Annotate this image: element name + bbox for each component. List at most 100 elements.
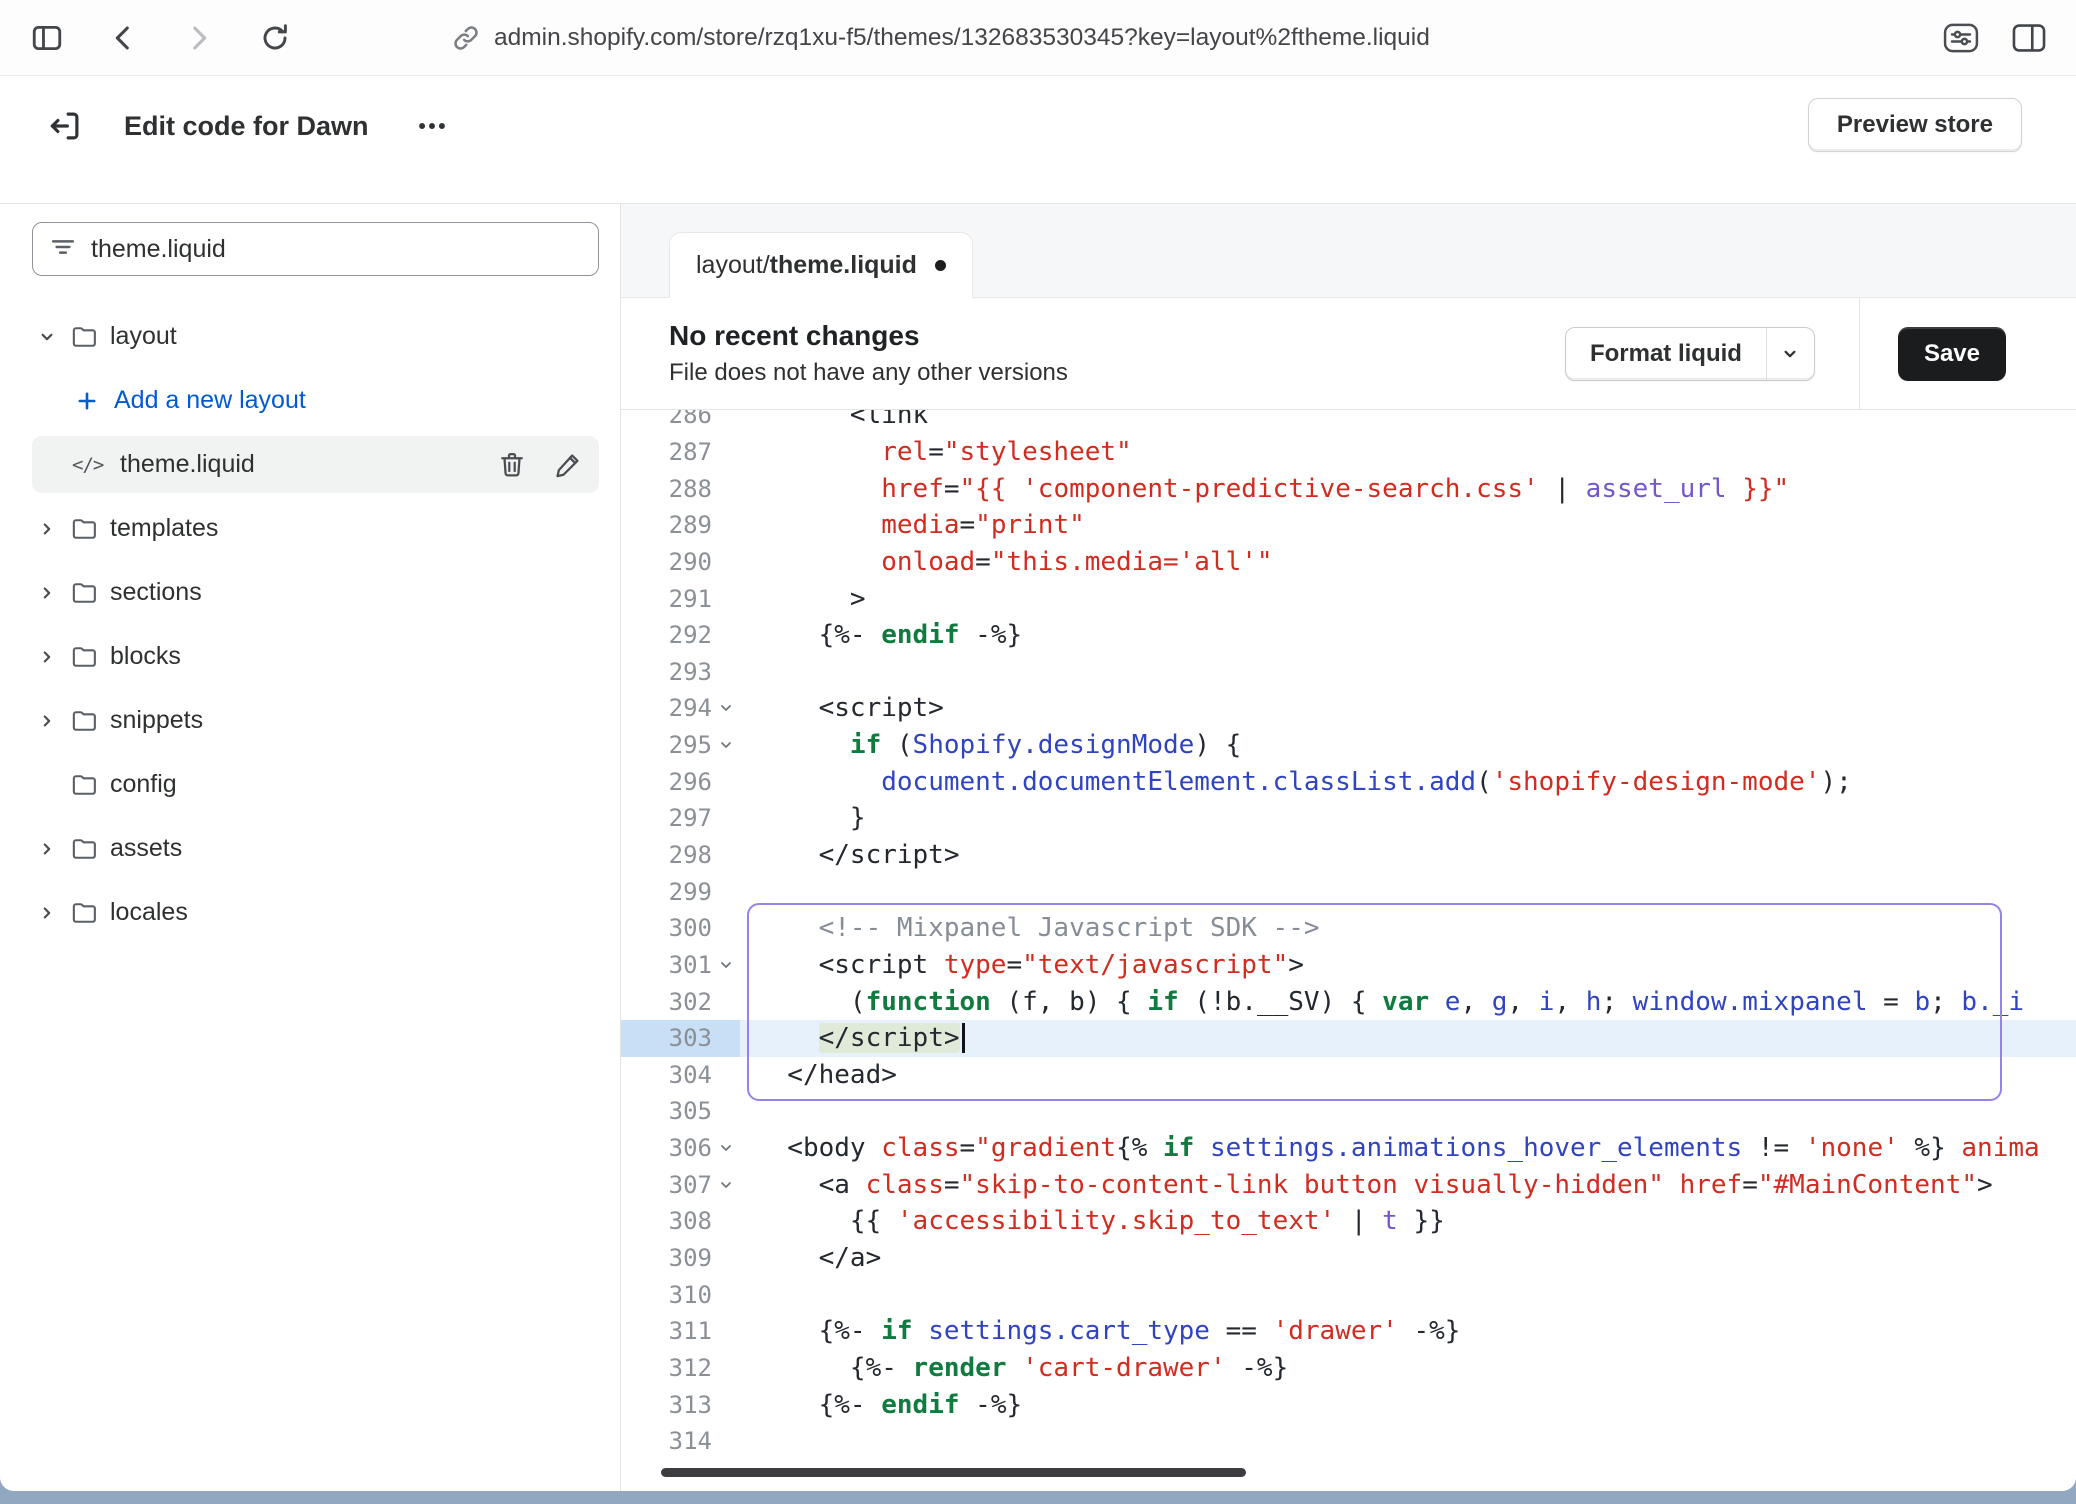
code-line-309[interactable]: 309 </a> [621,1240,2076,1277]
line-gutter[interactable]: 297 [621,800,740,837]
code-line-content[interactable]: <!-- Mixpanel Javascript SDK --> [740,910,2076,947]
preview-store-button[interactable]: Preview store [1808,98,2022,152]
exit-icon[interactable] [42,98,88,154]
file-search-input[interactable] [91,235,582,264]
code-line-290[interactable]: 290 onload="this.media='all'" [621,544,2076,581]
code-line-content[interactable]: <script type="text/javascript"> [740,947,2076,984]
fold-chevron-icon[interactable] [712,1140,740,1156]
line-number[interactable]: 300 [669,914,712,942]
code-editor[interactable]: 286 <link287 rel="stylesheet"288 href="{… [621,410,2076,1491]
url-text[interactable]: admin.shopify.com/store/rzq1xu-f5/themes… [494,24,1430,52]
line-gutter[interactable]: 289 [621,507,740,544]
code-line-content[interactable]: if (Shopify.designMode) { [740,727,2076,764]
line-gutter[interactable]: 308 [621,1203,740,1240]
line-number[interactable]: 291 [669,585,712,613]
code-line-308[interactable]: 308 {{ 'accessibility.skip_to_text' | t … [621,1203,2076,1240]
line-number[interactable]: 298 [669,841,712,869]
delete-file-icon[interactable] [497,450,527,480]
code-line-content[interactable]: {{ 'accessibility.skip_to_text' | t }} [740,1203,2076,1240]
line-gutter[interactable]: 301 [621,947,740,984]
reload-icon[interactable] [252,15,298,61]
code-line-301[interactable]: 301 <script type="text/javascript"> [621,947,2076,984]
forward-icon[interactable] [176,15,222,61]
code-line-291[interactable]: 291 > [621,580,2076,617]
line-number[interactable]: 290 [669,548,712,576]
code-line-content[interactable]: </head> [740,1057,2076,1094]
extensions-icon[interactable] [1938,15,1984,61]
line-gutter[interactable]: 287 [621,434,740,471]
line-gutter[interactable]: 302 [621,983,740,1020]
code-line-content[interactable]: {%- endif -%} [740,617,2076,654]
sidebar-item-add-a-new-layout[interactable]: Add a new layout [32,372,599,429]
code-line-content[interactable] [740,653,2076,690]
line-number[interactable]: 294 [669,694,712,722]
edit-file-icon[interactable] [553,450,583,480]
code-line-314[interactable]: 314 [621,1423,2076,1460]
save-button[interactable]: Save [1898,327,2006,381]
file-search[interactable] [32,222,599,276]
line-number[interactable]: 305 [669,1097,712,1125]
line-number[interactable]: 293 [669,658,712,686]
line-gutter[interactable]: 305 [621,1093,740,1130]
sidebar-item-assets[interactable]: assets [32,820,599,877]
code-line-295[interactable]: 295 if (Shopify.designMode) { [621,727,2076,764]
code-line-content[interactable]: </script> [740,1020,2076,1057]
format-liquid-button[interactable]: Format liquid [1565,327,1815,381]
code-line-293[interactable]: 293 [621,653,2076,690]
line-gutter[interactable]: 314 [621,1423,740,1460]
code-line-content[interactable]: </a> [740,1240,2076,1277]
code-line-302[interactable]: 302 (function (f, b) { if (!b.__SV) { va… [621,983,2076,1020]
line-number[interactable]: 308 [669,1207,712,1235]
line-number[interactable]: 286 [669,410,712,429]
code-line-305[interactable]: 305 [621,1093,2076,1130]
code-line-content[interactable]: (function (f, b) { if (!b.__SV) { var e,… [740,983,2076,1020]
more-options-icon[interactable] [409,98,455,154]
code-line-content[interactable] [740,1276,2076,1313]
code-line-306[interactable]: 306 <body class="gradient{% if settings.… [621,1130,2076,1167]
code-line-content[interactable] [740,1093,2076,1130]
code-line-content[interactable]: onload="this.media='all'" [740,544,2076,581]
code-line-310[interactable]: 310 [621,1276,2076,1313]
line-gutter[interactable]: 304 [621,1057,740,1094]
code-line-content[interactable] [740,873,2076,910]
line-gutter[interactable]: 312 [621,1350,740,1387]
line-number[interactable]: 288 [669,475,712,503]
chevron-right-icon[interactable] [32,838,62,860]
line-gutter[interactable]: 286 [621,410,740,434]
line-number[interactable]: 313 [669,1391,712,1419]
line-number[interactable]: 311 [669,1317,712,1345]
sidebar-item-locales[interactable]: locales [32,884,599,941]
code-line-296[interactable]: 296 document.documentElement.classList.a… [621,763,2076,800]
code-line-content[interactable]: } [740,800,2076,837]
code-line-content[interactable]: <body class="gradient{% if settings.anim… [740,1130,2076,1167]
code-line-288[interactable]: 288 href="{{ 'component-predictive-searc… [621,470,2076,507]
fold-chevron-icon[interactable] [712,1177,740,1193]
code-line-307[interactable]: 307 <a class="skip-to-content-link butto… [621,1166,2076,1203]
code-line-300[interactable]: 300 <!-- Mixpanel Javascript SDK --> [621,910,2076,947]
fold-chevron-icon[interactable] [712,737,740,753]
line-gutter[interactable]: 288 [621,470,740,507]
line-number[interactable]: 289 [669,511,712,539]
code-line-content[interactable]: {%- if settings.cart_type == 'drawer' -%… [740,1313,2076,1350]
chevron-right-icon[interactable] [32,582,62,604]
code-line-content[interactable]: </script> [740,837,2076,874]
code-line-content[interactable]: document.documentElement.classList.add('… [740,763,2076,800]
line-number[interactable]: 309 [669,1244,712,1272]
sidebar-item-layout[interactable]: layout [32,308,599,365]
code-line-content[interactable]: <a class="skip-to-content-link button vi… [740,1166,2076,1203]
line-gutter[interactable]: 313 [621,1386,740,1423]
line-gutter[interactable]: 295 [621,727,740,764]
chevron-right-icon[interactable] [32,646,62,668]
line-gutter[interactable]: 307 [621,1166,740,1203]
sidebar-item-snippets[interactable]: snippets [32,692,599,749]
code-line-289[interactable]: 289 media="print" [621,507,2076,544]
code-line-303[interactable]: 303 </script> [621,1020,2076,1057]
line-number[interactable]: 314 [669,1427,712,1455]
code-line-312[interactable]: 312 {%- render 'cart-drawer' -%} [621,1350,2076,1387]
code-line-content[interactable]: > [740,580,2076,617]
line-number[interactable]: 295 [669,731,712,759]
sidebar-item-config[interactable]: config [32,756,599,813]
code-line-297[interactable]: 297 } [621,800,2076,837]
code-line-content[interactable]: rel="stylesheet" [740,434,2076,471]
code-line-content[interactable] [740,1423,2076,1460]
